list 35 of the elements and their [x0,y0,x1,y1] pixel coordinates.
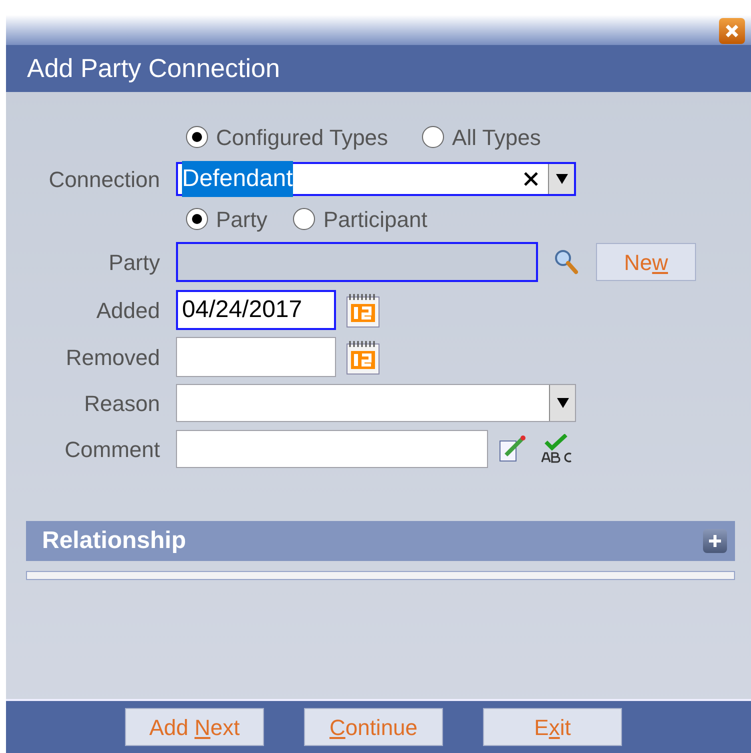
calendar-icon[interactable] [344,291,382,329]
triangle-icon [556,397,570,409]
expand-button[interactable] [703,529,727,553]
footer-button[interactable]: Add Next [125,708,264,746]
spellcheck-icon[interactable] [540,434,574,464]
close-icon [725,24,739,38]
field-label: Party [108,248,161,277]
connection-combo[interactable]: Defendant [176,162,576,196]
section-title: Relationship [42,526,186,556]
radio-button[interactable] [293,208,316,230]
radio-label[interactable]: Party [216,202,268,236]
removed-date-field[interactable] [176,337,336,377]
clear-icon[interactable] [522,170,540,188]
close-button[interactable] [719,18,745,44]
field-label: Removed [64,344,161,372]
comment-field[interactable] [176,430,488,468]
new-button[interactable]: New [596,243,696,281]
plus-icon [708,534,722,548]
edit-note-icon[interactable] [498,435,528,463]
radio-label[interactable]: Configured Types [216,120,388,154]
radio-button[interactable] [186,126,208,148]
radio-button[interactable] [422,126,444,148]
field-label: Comment [64,436,161,464]
field-label: Added [95,296,161,324]
radio-button[interactable] [186,208,208,230]
field-label: Connection [48,166,161,194]
added-date-field[interactable]: 04/24/2017 [176,290,336,330]
field-label: Reason [83,390,161,418]
radio-label[interactable]: All Types [452,120,541,154]
search-icon[interactable] [554,249,578,275]
window-title: Add Party Connection [27,52,280,85]
calendar-icon[interactable] [344,338,382,376]
radio-label[interactable]: Participant [323,202,428,236]
footer-button[interactable]: Continue [304,708,443,746]
footer-button[interactable]: Exit [483,708,622,746]
